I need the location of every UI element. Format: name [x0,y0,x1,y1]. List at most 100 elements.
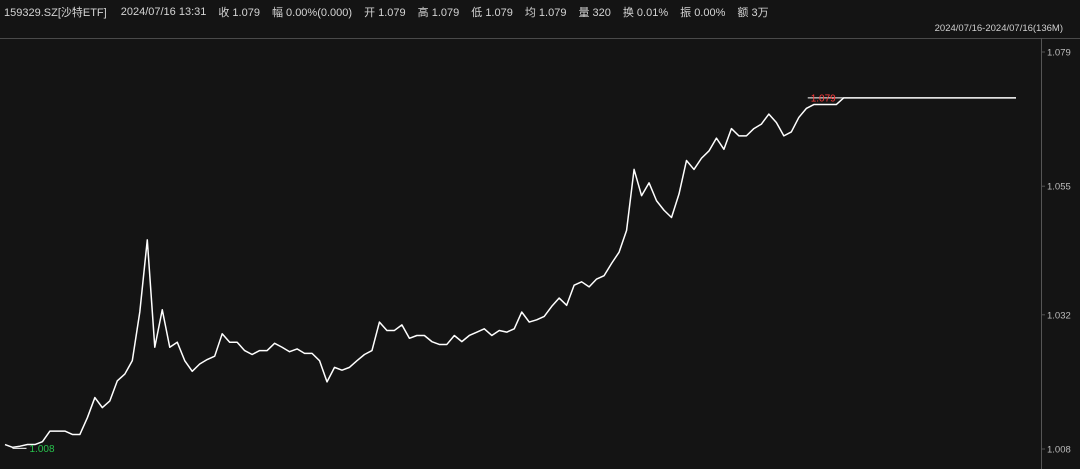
price-point [783,135,785,137]
price-point [184,359,186,361]
price-point [386,329,388,331]
y-tick-label: 1.055 [1047,182,1071,193]
price-point [618,251,620,253]
price-point [446,343,448,345]
price-point [648,182,650,184]
price-point [670,216,672,218]
price-point [700,157,702,159]
price-point [610,262,612,264]
price-point [266,349,268,351]
price-point [79,433,81,435]
price-point [925,97,927,99]
price-point [453,334,455,336]
price-point [970,97,972,99]
max-price-label: 1.079 [811,93,836,104]
price-point [41,441,43,443]
price-point [723,148,725,150]
price-point [685,159,687,161]
price-point [910,97,912,99]
price-point [251,353,253,355]
price-point [633,168,635,170]
price-point [708,150,710,152]
price-point [1007,97,1009,99]
price-point [221,333,223,335]
price-point [348,366,350,368]
price-point [873,97,875,99]
price-line-chart[interactable]: 1.079 1.055 1.032 1.008 1.079 1.008 [0,0,1080,469]
price-point [536,319,538,321]
price-point [191,370,193,372]
price-point [678,193,680,195]
price-series-points [4,97,1017,449]
price-point [326,381,328,383]
price-point [26,443,28,445]
price-point [977,97,979,99]
price-point [281,346,283,348]
price-point [483,328,485,330]
price-point [850,97,852,99]
price-point [423,334,425,336]
price-point [341,369,343,371]
price-point [393,329,395,331]
price-point [760,123,762,125]
price-point [693,168,695,170]
price-point [730,127,732,129]
price-point [468,334,470,336]
price-point [917,97,919,99]
price-point [139,311,141,313]
price-point [228,341,230,343]
price-point [521,311,523,313]
price-point [962,97,964,99]
price-point [655,200,657,202]
price-point [715,137,717,139]
price-point [431,340,433,342]
price-point [401,324,403,326]
price-point [86,416,88,418]
price-point [895,97,897,99]
price-point [101,406,103,408]
price-point [213,355,215,357]
price-point [603,274,605,276]
price-point [94,396,96,398]
price-point [1015,97,1017,99]
price-point [887,97,889,99]
price-point [146,239,148,241]
price-point [738,135,740,137]
y-tick-label: 1.032 [1047,310,1071,321]
price-point [288,351,290,353]
price-point [19,445,21,447]
price-point [199,363,201,365]
price-point [131,359,133,361]
price-point [595,278,597,280]
price-point [947,97,949,99]
price-point [491,334,493,336]
price-point [565,304,567,306]
price-point [333,366,335,368]
price-point [1000,97,1002,99]
price-point [71,433,73,435]
price-point [416,334,418,336]
price-point [4,443,6,445]
min-price-label: 1.008 [29,444,54,455]
price-point [588,286,590,288]
price-point [790,131,792,133]
price-point [236,341,238,343]
price-point [513,328,515,330]
price-point [753,127,755,129]
price-point [543,315,545,317]
price-point [378,321,380,323]
price-point [176,341,178,343]
price-point [573,284,575,286]
price-point [363,353,365,355]
price-point [303,352,305,354]
price-point [169,346,171,348]
price-point [558,297,560,299]
price-point [438,343,440,345]
price-point [805,107,807,109]
y-tick-label: 1.008 [1047,445,1071,456]
price-point [258,349,260,351]
price-point [550,305,552,307]
price-point [356,359,358,361]
price-point [49,430,51,432]
price-point [580,281,582,283]
